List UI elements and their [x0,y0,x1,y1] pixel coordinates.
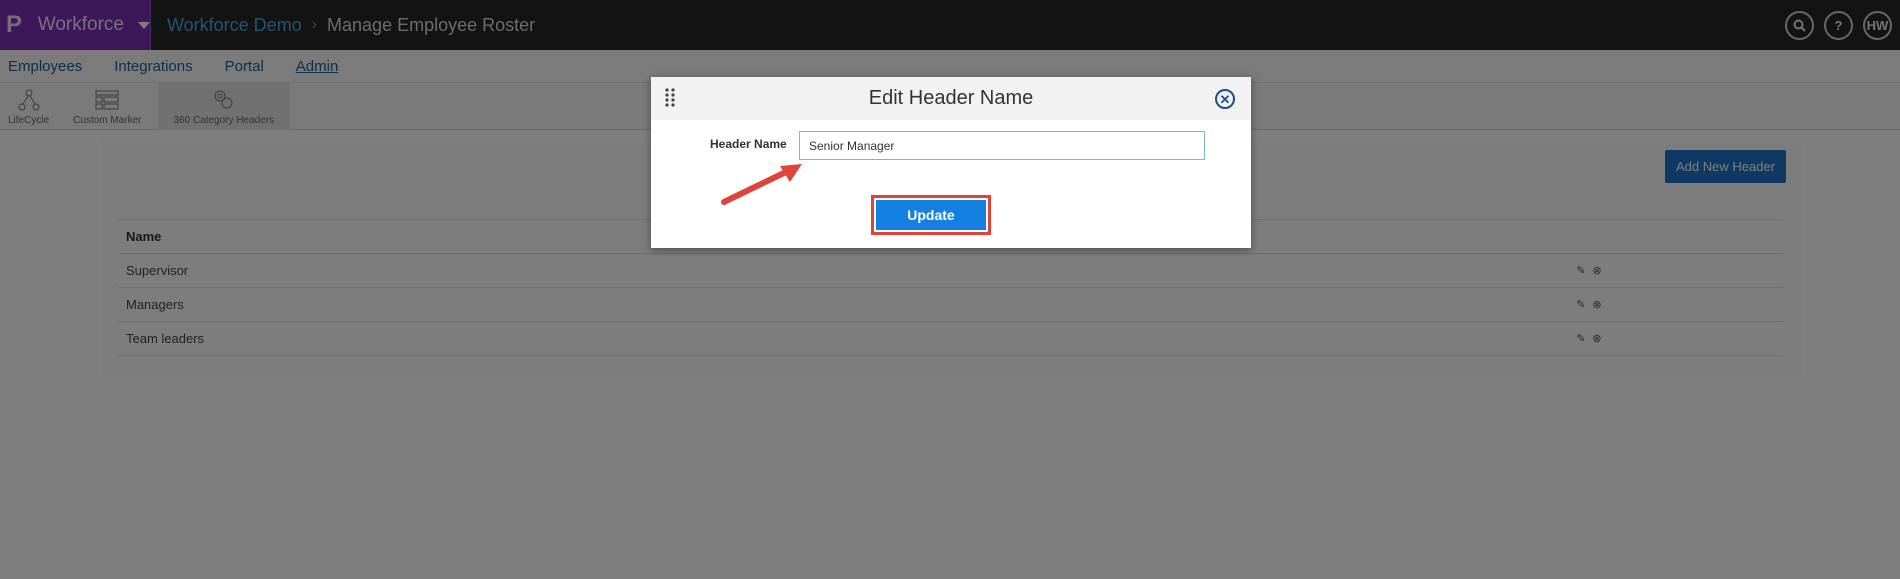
header-name-label: Header Name [710,137,787,151]
close-icon[interactable]: ✕ [1215,89,1235,109]
drag-handle-icon[interactable] [665,87,675,107]
header-name-input[interactable] [799,131,1205,160]
highlight-box: Update [871,195,991,235]
dialog-title: Edit Header Name [868,87,1034,109]
update-button[interactable]: Update [876,200,986,230]
annotation-arrow-icon [721,164,802,205]
dialog-header: Edit Header Name ✕ [651,77,1251,120]
